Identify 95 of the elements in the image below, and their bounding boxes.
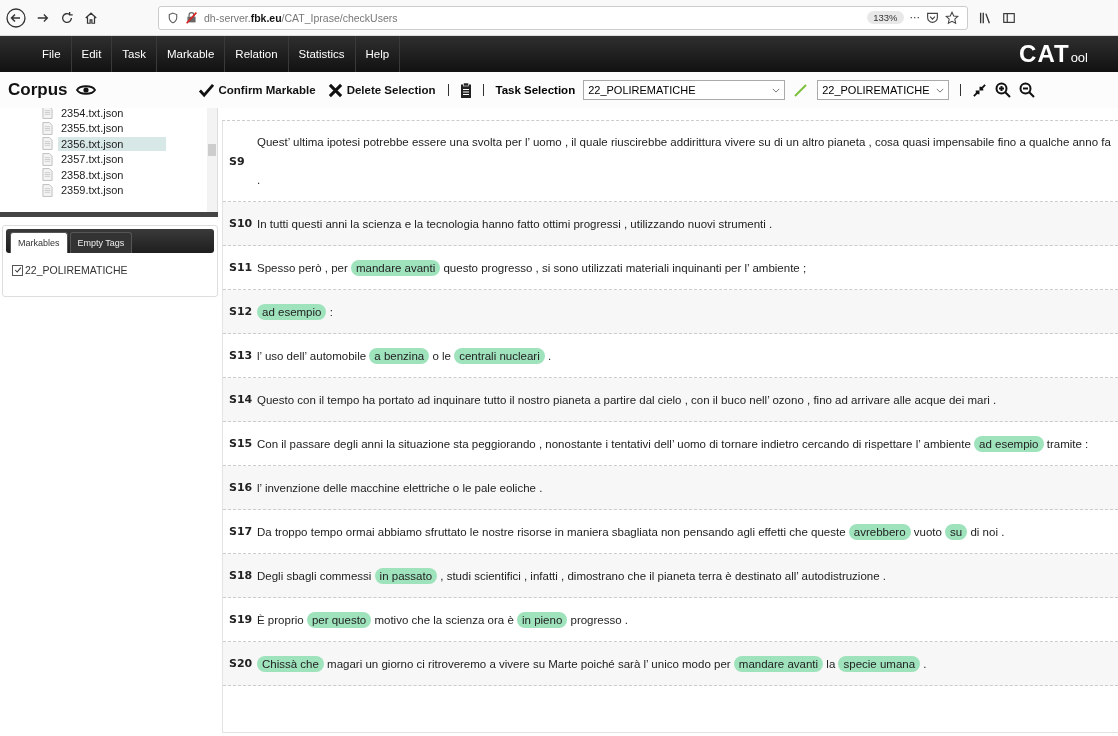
json-file-entry[interactable]: 2355.txt.json bbox=[58, 121, 166, 136]
task-selection-label: Task Selection bbox=[495, 84, 576, 96]
logo-text: CAT bbox=[1019, 40, 1070, 68]
file-icon bbox=[42, 183, 53, 197]
panel-tab[interactable]: Markables bbox=[10, 232, 68, 253]
cross-icon bbox=[327, 82, 343, 98]
sentence-text: o le bbox=[432, 349, 451, 362]
markable-highlight[interactable]: avrebbero bbox=[848, 523, 911, 540]
sentence-text: di noi . bbox=[970, 525, 1005, 538]
sentence-text: magari un giorno ci ritroveremo a vivere su Marte poiché sarà l’ unico modo per bbox=[327, 657, 731, 670]
back-icon[interactable] bbox=[6, 7, 26, 28]
sentence-text: vuoto bbox=[913, 525, 942, 538]
zoom-in-icon[interactable] bbox=[995, 82, 1012, 98]
corpus-title: Corpus bbox=[8, 80, 68, 100]
logo-suffix: ool bbox=[1070, 50, 1088, 65]
markable-highlight[interactable]: in passato bbox=[374, 567, 438, 584]
markable-highlight[interactable]: specie umana bbox=[838, 655, 921, 672]
task-select[interactable]: 22_POLIREMATICHE bbox=[583, 80, 786, 100]
json-file-entry[interactable]: 2357.txt.json bbox=[58, 152, 166, 167]
markable-highlight[interactable]: Chissà che bbox=[257, 655, 324, 672]
sentence-id: S16 bbox=[229, 481, 254, 494]
markable-highlight[interactable]: mandare avanti bbox=[733, 655, 824, 672]
sentence-text: È proprio bbox=[257, 613, 304, 626]
scrollbar[interactable] bbox=[207, 108, 217, 212]
star-icon[interactable] bbox=[945, 10, 959, 25]
json-file-entry[interactable]: 2358.txt.json bbox=[58, 167, 166, 182]
address-bar[interactable]: dh-server.fbk.eu/CAT_Iprase/checkUsers 133% ··· bbox=[158, 5, 968, 30]
sentence-id: S14 bbox=[229, 393, 254, 406]
collapse-icon[interactable] bbox=[972, 82, 988, 98]
home-icon[interactable] bbox=[84, 10, 98, 25]
markable-highlight[interactable]: su bbox=[945, 523, 968, 540]
sentence-id: S10 bbox=[229, 217, 254, 230]
library-icon[interactable] bbox=[978, 10, 992, 25]
sentence-id: S9 bbox=[229, 154, 246, 168]
page-actions-button[interactable]: ··· bbox=[909, 11, 920, 24]
eye-icon[interactable] bbox=[75, 84, 96, 96]
json-file-entry[interactable]: 2356.txt.json bbox=[58, 136, 166, 151]
markable-highlight[interactable]: ad esempio bbox=[257, 303, 327, 320]
sentence-text: In tutti questi anni la scienza e la tecnologia hanno fatto ottimi progressi , utilizzando nuovi strumenti . bbox=[257, 217, 773, 230]
file-icon bbox=[42, 152, 53, 166]
sentence-text: Da troppo tempo ormai abbiamo sfruttato le nostre risorse in maniera sbagliata non pensando agli effetti che queste bbox=[257, 525, 846, 538]
sentence-id: S19 bbox=[229, 613, 254, 626]
insecure-lock-icon bbox=[185, 11, 198, 24]
sentence-text: l’ uso dell’ automobile bbox=[257, 349, 367, 362]
markable-highlight[interactable]: in pieno bbox=[517, 611, 568, 628]
checkbox[interactable] bbox=[12, 264, 23, 276]
sentence-text: tramite : bbox=[1046, 437, 1089, 450]
checkmark-icon bbox=[197, 82, 215, 98]
sentence-id: S20 bbox=[229, 657, 254, 670]
zoom-level[interactable]: 133% bbox=[867, 11, 904, 24]
sentence-text: . bbox=[923, 657, 927, 670]
file-icon bbox=[42, 121, 53, 135]
clipboard-icon[interactable] bbox=[460, 81, 473, 99]
json-file-entry[interactable]: 2354.txt.json bbox=[58, 108, 166, 120]
sentence-id: S13 bbox=[229, 349, 254, 362]
sentence-id: S18 bbox=[229, 569, 254, 582]
caret-icon bbox=[936, 87, 945, 93]
sentence-id: S11 bbox=[229, 261, 254, 274]
json-file-entry[interactable]: 2359.txt.json bbox=[58, 183, 166, 198]
markable-highlight[interactable]: mandare avanti bbox=[351, 259, 441, 276]
sentence-text: Con il passare degli anni la situazione sta peggiorando , nonostante i tentativi dell’ uomo di tornare indietro cercando di rispettare l’ ambiente bbox=[257, 437, 971, 450]
markable-highlight[interactable]: per questo bbox=[306, 611, 372, 628]
markable-highlight[interactable]: centrali nucleari bbox=[454, 347, 545, 364]
sentence-text: motivo che la scienza ora è bbox=[374, 613, 514, 626]
sentence-id: S17 bbox=[229, 525, 254, 538]
markable-label: 22_POLIREMATICHE bbox=[25, 264, 128, 276]
sentence-text: Spesso però , per bbox=[257, 261, 348, 274]
tag-select[interactable]: 22_POLIREMATICHE bbox=[817, 80, 950, 100]
sentence-text: Degli sbagli commessi bbox=[257, 569, 372, 582]
file-icon bbox=[42, 168, 53, 182]
sentence-text: , studi scientifici , infatti , dimostrano che il pianeta terra è destinato all’ autodistruzione . bbox=[440, 569, 886, 582]
sentence-id: S12 bbox=[229, 305, 254, 318]
sidebar-icon[interactable] bbox=[1002, 10, 1016, 25]
sentence-id: S15 bbox=[229, 437, 254, 450]
confirm-markable-button[interactable]: Confirm Markable bbox=[195, 80, 318, 100]
panel-tab[interactable]: Empty Tags bbox=[69, 232, 133, 253]
sentence-text: . bbox=[547, 349, 552, 362]
sentence-text: : bbox=[329, 305, 333, 318]
markable-highlight[interactable]: ad esempio bbox=[974, 435, 1044, 452]
sentence-text: questo progresso , si sono utilizzati materiali inquinanti per l’ ambiente ; bbox=[443, 261, 807, 274]
sentence-text: la bbox=[826, 657, 836, 670]
markable-highlight[interactable]: a benzina bbox=[369, 347, 430, 364]
splitter-handle[interactable] bbox=[0, 212, 218, 217]
zoom-out-icon[interactable] bbox=[1019, 82, 1036, 98]
reload-icon[interactable] bbox=[60, 10, 74, 25]
sentence-text: l’ invenzione delle macchine elettriche o le pale eoliche . bbox=[257, 481, 543, 494]
sentence-text: Quest’ ultima ipotesi potrebbe essere una svolta per l’ uomo , il quale riuscirebbe addirittura vivere su di un altro pianeta , cosa quasi impensabile fino a qualche anno fa . bbox=[257, 136, 1111, 186]
delete-selection-button[interactable]: Delete Selection bbox=[325, 80, 438, 100]
file-icon bbox=[42, 137, 53, 151]
caret-icon bbox=[772, 87, 781, 93]
url-text: dh-server.fbk.eu/CAT_Iprase/checkUsers bbox=[204, 11, 398, 24]
sentence-text: progresso . bbox=[570, 613, 629, 626]
pocket-icon[interactable] bbox=[926, 11, 939, 24]
sentence-text: Questo con il tempo ha portato ad inquinare tutto il nostro pianeta a partire dal cielo , con il buco nell’ ozono , fino ad arrivare alle acque dei mari . bbox=[257, 393, 997, 406]
shield-icon bbox=[167, 11, 179, 24]
